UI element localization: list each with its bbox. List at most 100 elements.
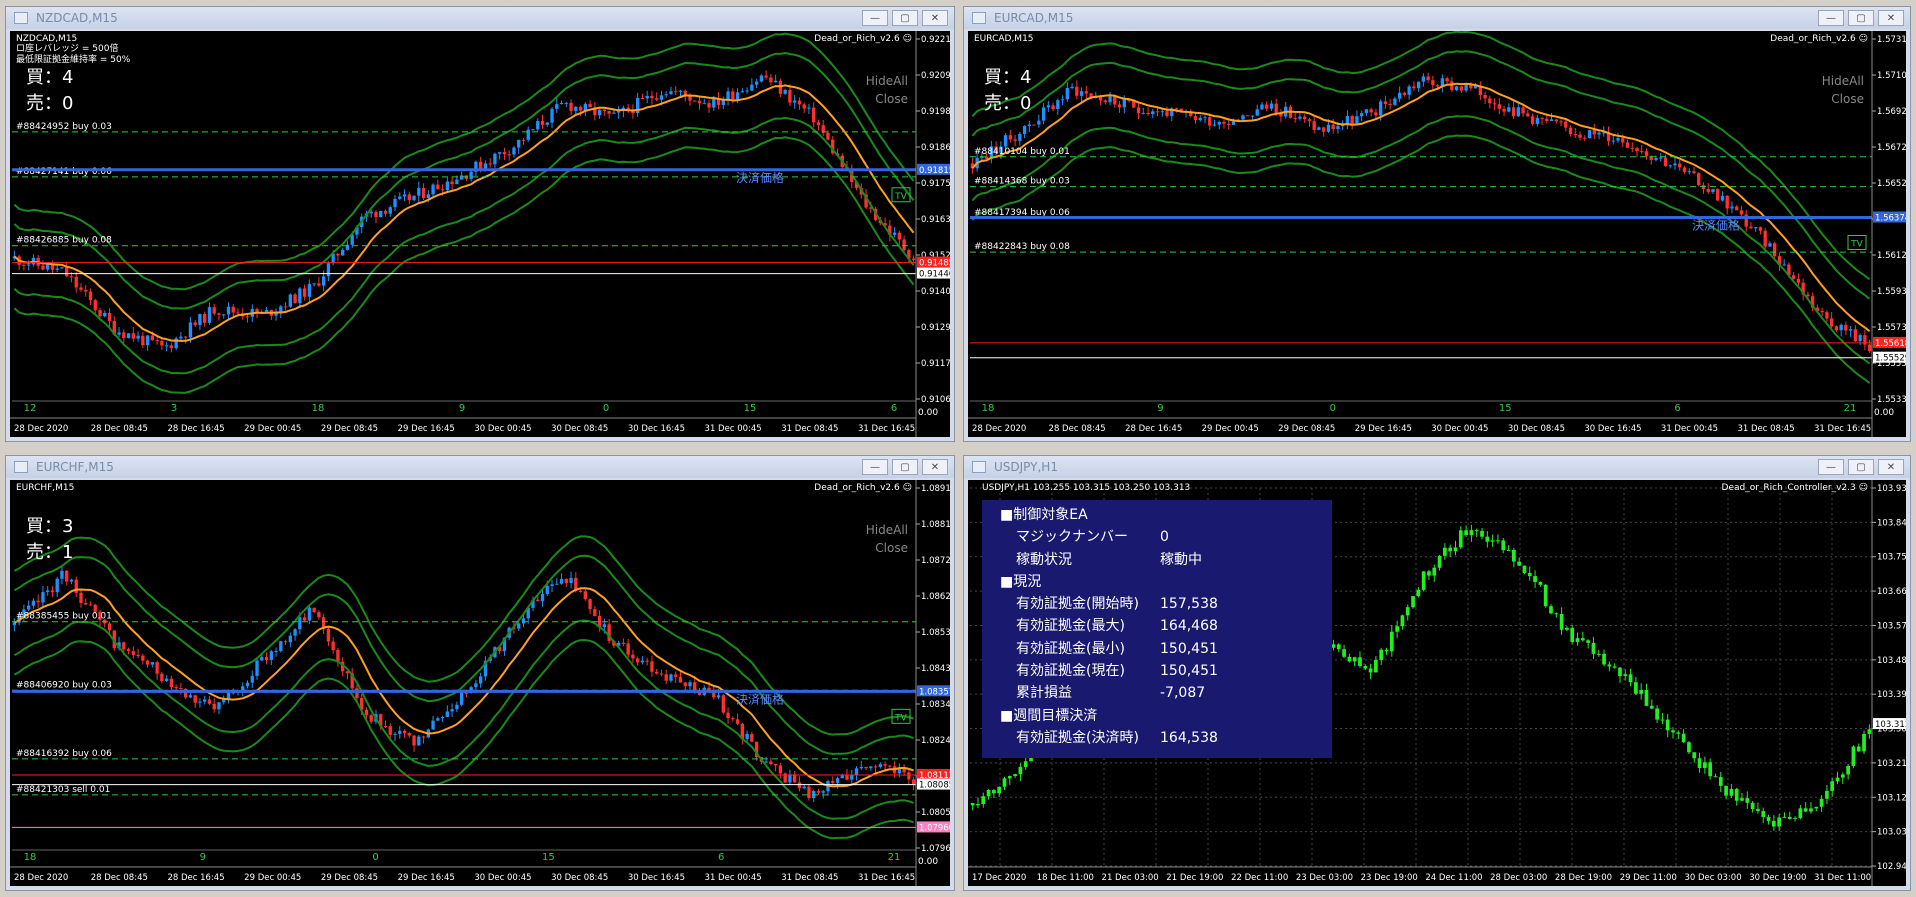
candle-body <box>431 720 435 730</box>
price-tick-label: 0.91405 <box>921 287 950 297</box>
close-button[interactable]: ✕ <box>922 459 948 475</box>
chart-canvas[interactable]: #88385455 buy 0.01 #88406920 buy 0.03 #884… <box>10 480 950 886</box>
candle-body <box>293 629 297 636</box>
candle-body <box>1155 111 1160 113</box>
order-label: #88414368 buy 0.03 <box>974 177 1070 187</box>
candle-body <box>907 772 911 780</box>
candle-body <box>1151 111 1155 115</box>
candle-body <box>1037 120 1041 125</box>
candle-body <box>1829 318 1834 327</box>
candle-body <box>1522 565 1527 573</box>
tv-button-label: TV <box>894 713 907 723</box>
candle-body <box>564 578 568 584</box>
candle-body <box>1676 732 1681 734</box>
candle-body <box>1735 206 1739 211</box>
chart-window-usdjpy[interactable]: USDJPY,H1 — ▢ ✕ USDJPY,H1 103.255 103.31… <box>963 455 1911 891</box>
time-tick-label: 28 Dec 2020 <box>972 424 1026 434</box>
window-titlebar[interactable]: USDJPY,H1 — ▢ ✕ <box>964 456 1910 478</box>
ea-name-label: Dead_or_Rich_v2.6 ☺ <box>1770 33 1868 44</box>
candle-body <box>507 154 511 156</box>
candle-body <box>488 163 492 165</box>
indicator-value: 9 <box>1157 403 1163 414</box>
candle-body <box>1445 78 1449 82</box>
candle-body <box>1250 115 1255 117</box>
candle-body <box>816 122 821 126</box>
candle-body <box>1612 666 1617 668</box>
price-chart[interactable]: #88424952 buy 0.03#88427141 buy 0.06#884… <box>10 31 950 437</box>
window-title: EURCAD,M15 <box>994 11 1074 25</box>
chart-window-icon <box>14 461 28 473</box>
candle-body <box>1395 626 1399 632</box>
chart-window-nzdcad[interactable]: NZDCAD,M15 — ▢ ✕ #88424952 buy 0.03 #8842… <box>5 6 955 442</box>
panel-row-value: 稼動中 <box>1160 551 1202 568</box>
candle-body <box>540 120 545 125</box>
chart-canvas[interactable]: #88424952 buy 0.03 #88427141 buy 0.06 #884… <box>10 31 950 437</box>
maximize-button[interactable]: ▢ <box>1848 10 1874 26</box>
candle-body <box>236 312 240 314</box>
candle-body <box>735 92 740 100</box>
candle-body <box>198 314 202 326</box>
candle-body <box>312 607 316 613</box>
candle-body <box>145 660 150 665</box>
candle-body <box>1003 135 1008 147</box>
candle-body <box>1706 188 1710 193</box>
close-button[interactable]: ✕ <box>922 10 948 26</box>
maximize-button[interactable]: ▢ <box>892 459 918 475</box>
minimize-button[interactable]: — <box>1818 10 1844 26</box>
close-button[interactable]: ✕ <box>1878 10 1904 26</box>
candle-body <box>821 791 825 793</box>
minimize-button[interactable]: — <box>862 459 888 475</box>
chart-canvas[interactable]: #88410104 buy 0.01 #88414368 buy 0.03 #884… <box>968 31 1906 437</box>
chart-canvas[interactable]: USDJPY,H1 103.255 103.315 103.250 103.31… <box>968 480 1906 886</box>
candle-body <box>103 313 107 317</box>
candle-body <box>797 100 802 105</box>
candle-body <box>1782 264 1786 266</box>
candle-body <box>141 335 145 346</box>
candle-body <box>74 276 78 288</box>
time-tick-label: 28 Dec 08:45 <box>1049 424 1106 434</box>
maximize-button[interactable]: ▢ <box>1848 459 1874 475</box>
sell-count-label: 売：1 <box>26 542 73 563</box>
candle-body <box>450 181 454 185</box>
candle-body <box>773 80 778 83</box>
price-tick-label: 1.08340 <box>921 700 950 710</box>
candle-body <box>802 786 806 789</box>
panel-row-value: 164,468 <box>1160 618 1218 635</box>
maximize-button[interactable]: ▢ <box>892 10 918 26</box>
chart-window-eurchf[interactable]: EURCHF,M15 — ▢ ✕ #88385455 buy 0.01 #8840… <box>5 455 955 891</box>
panel-row-value: 157,538 <box>1160 596 1218 613</box>
candle-body <box>1644 151 1649 156</box>
price-tick-label: 1.08910 <box>921 484 950 494</box>
window-titlebar[interactable]: NZDCAD,M15 — ▢ ✕ <box>6 7 954 29</box>
candle-body <box>383 726 388 728</box>
candle-body <box>1578 134 1582 138</box>
indicator-zero-label: 0.00 <box>918 857 938 867</box>
candle-body <box>84 602 88 605</box>
candle-body <box>1745 798 1750 803</box>
window-titlebar[interactable]: EURCAD,M15 — ▢ ✕ <box>964 7 1910 29</box>
window-titlebar[interactable]: EURCHF,M15 — ▢ ✕ <box>6 456 954 478</box>
price-chart[interactable]: #88410104 buy 0.01 #88414368 buy 0.03 #884… <box>968 31 1906 437</box>
candle-body <box>1777 817 1782 827</box>
candle-body <box>69 579 74 582</box>
candle-body <box>1459 86 1464 91</box>
minimize-button[interactable]: — <box>1818 459 1844 475</box>
candle-body <box>986 790 991 797</box>
candle-body <box>264 656 269 661</box>
candle-body <box>255 660 259 676</box>
panel-section-title: ■週間目標決済 <box>1000 707 1098 724</box>
price-tick-label: 1.56125 <box>1877 251 1906 261</box>
candle-body <box>1355 116 1359 125</box>
candle-body <box>1761 811 1766 817</box>
candle-body <box>1618 667 1622 677</box>
candle-body <box>155 340 159 342</box>
candle-body <box>1212 124 1217 126</box>
candle-body <box>883 764 887 766</box>
candle-body <box>1098 97 1103 101</box>
chart-window-eurcad[interactable]: EURCAD,M15 — ▢ ✕ #88410104 buy 0.01 #8841… <box>963 6 1911 442</box>
candle-body <box>88 604 93 606</box>
price-chart[interactable]: #88385455 buy 0.01 #88406920 buy 0.03 #884… <box>10 480 950 886</box>
close-button[interactable]: ✕ <box>1878 459 1904 475</box>
candle-body <box>602 624 607 628</box>
minimize-button[interactable]: — <box>862 10 888 26</box>
